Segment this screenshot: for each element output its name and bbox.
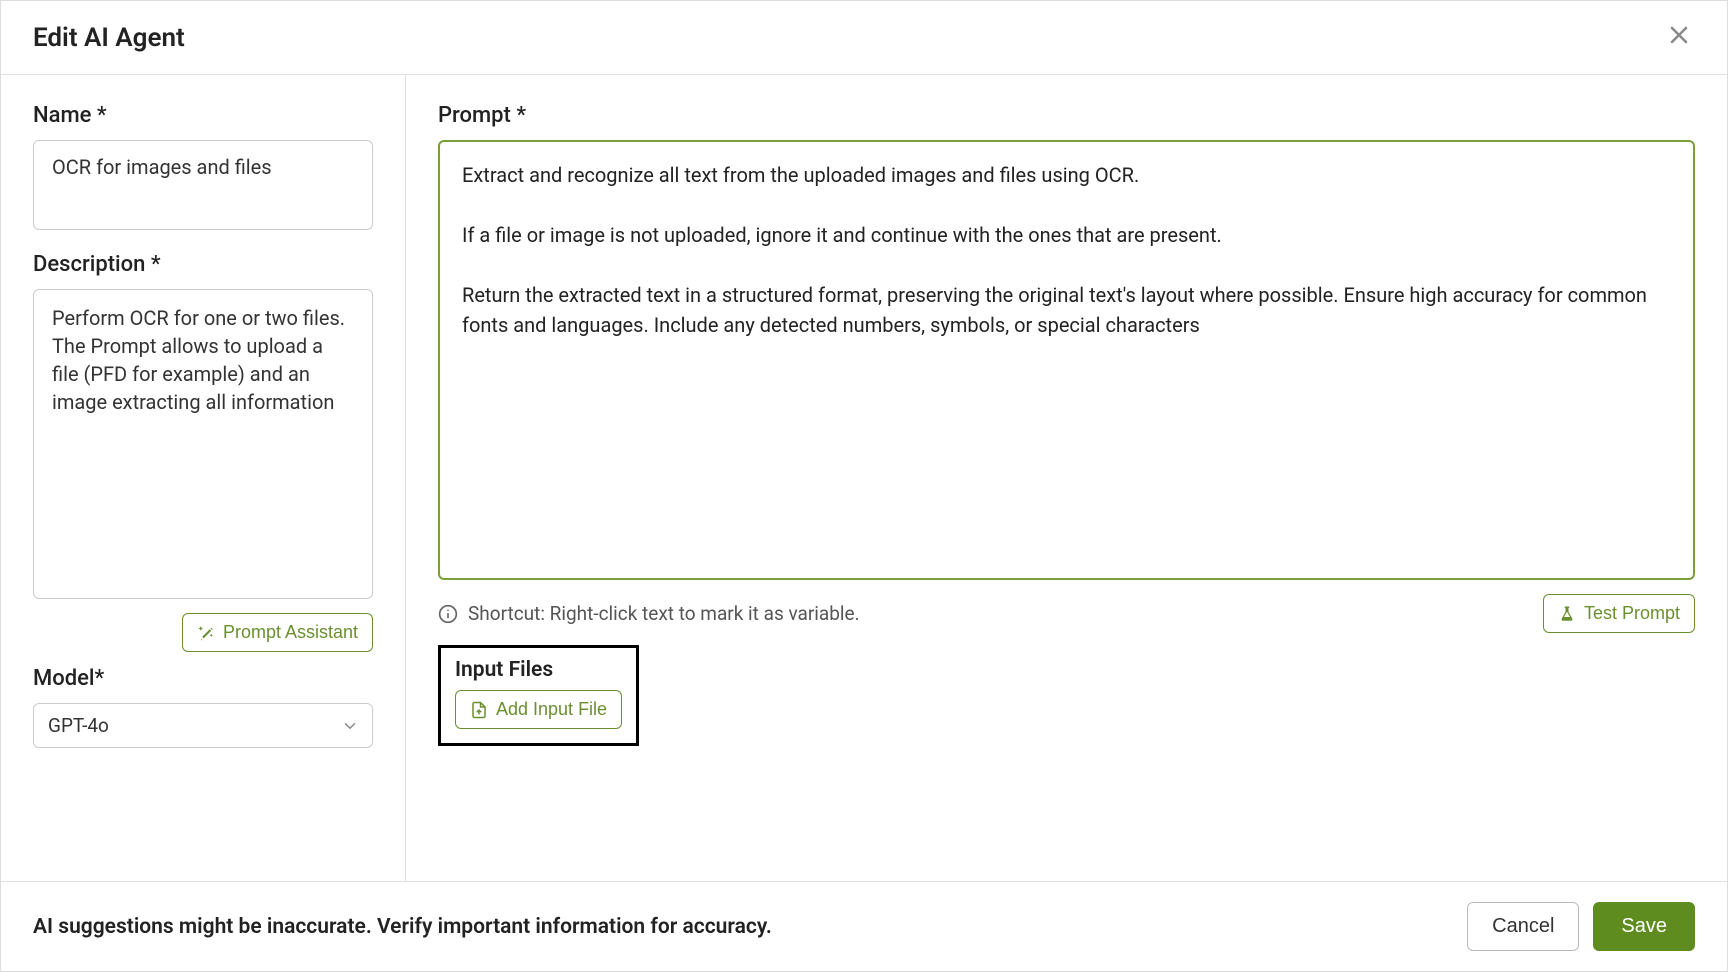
info-icon [438,604,458,624]
right-panel: Prompt * Shortcut: Right-click text to m… [406,75,1727,881]
add-input-file-label: Add Input File [496,699,607,720]
modal-footer: AI suggestions might be inaccurate. Veri… [1,881,1727,971]
description-field-group: Description * [33,252,373,603]
name-label: Name * [33,103,373,128]
test-prompt-label: Test Prompt [1584,603,1680,624]
prompt-textarea[interactable] [438,140,1695,580]
prompt-assistant-label: Prompt Assistant [223,622,358,643]
model-select[interactable]: GPT-4o [33,703,373,748]
close-button[interactable] [1663,19,1695,56]
save-button[interactable]: Save [1593,902,1695,951]
cancel-button[interactable]: Cancel [1467,902,1579,951]
prompt-label: Prompt * [438,103,1695,128]
input-files-title: Input Files [455,658,622,682]
left-panel: Name * Description * Prompt Assistant Mo… [1,75,406,881]
file-upload-icon [470,701,488,719]
description-label: Description * [33,252,373,277]
shortcut-text: Shortcut: Right-click text to mark it as… [468,602,860,625]
description-input[interactable] [33,289,373,599]
name-field-group: Name * [33,103,373,234]
prompt-assistant-button[interactable]: Prompt Assistant [182,613,373,652]
edit-ai-agent-modal: Edit AI Agent Name * Description * Promp… [0,0,1728,972]
model-label: Model* [33,666,373,691]
add-input-file-button[interactable]: Add Input File [455,690,622,729]
shortcut-hint: Shortcut: Right-click text to mark it as… [438,602,860,625]
model-select-wrap: GPT-4o [33,703,373,748]
name-input[interactable] [33,140,373,230]
shortcut-row: Shortcut: Right-click text to mark it as… [438,594,1695,633]
input-files-section: Input Files Add Input File [438,645,639,746]
prompt-assistant-row: Prompt Assistant [33,613,373,652]
modal-title: Edit AI Agent [33,23,185,53]
model-field-group: Model* GPT-4o [33,666,373,748]
wand-icon [197,624,215,642]
footer-actions: Cancel Save [1467,902,1695,951]
footer-warning: AI suggestions might be inaccurate. Veri… [33,915,772,939]
modal-header: Edit AI Agent [1,1,1727,75]
close-icon [1667,23,1691,47]
modal-body: Name * Description * Prompt Assistant Mo… [1,75,1727,881]
test-prompt-button[interactable]: Test Prompt [1543,594,1695,633]
beaker-icon [1558,605,1576,623]
